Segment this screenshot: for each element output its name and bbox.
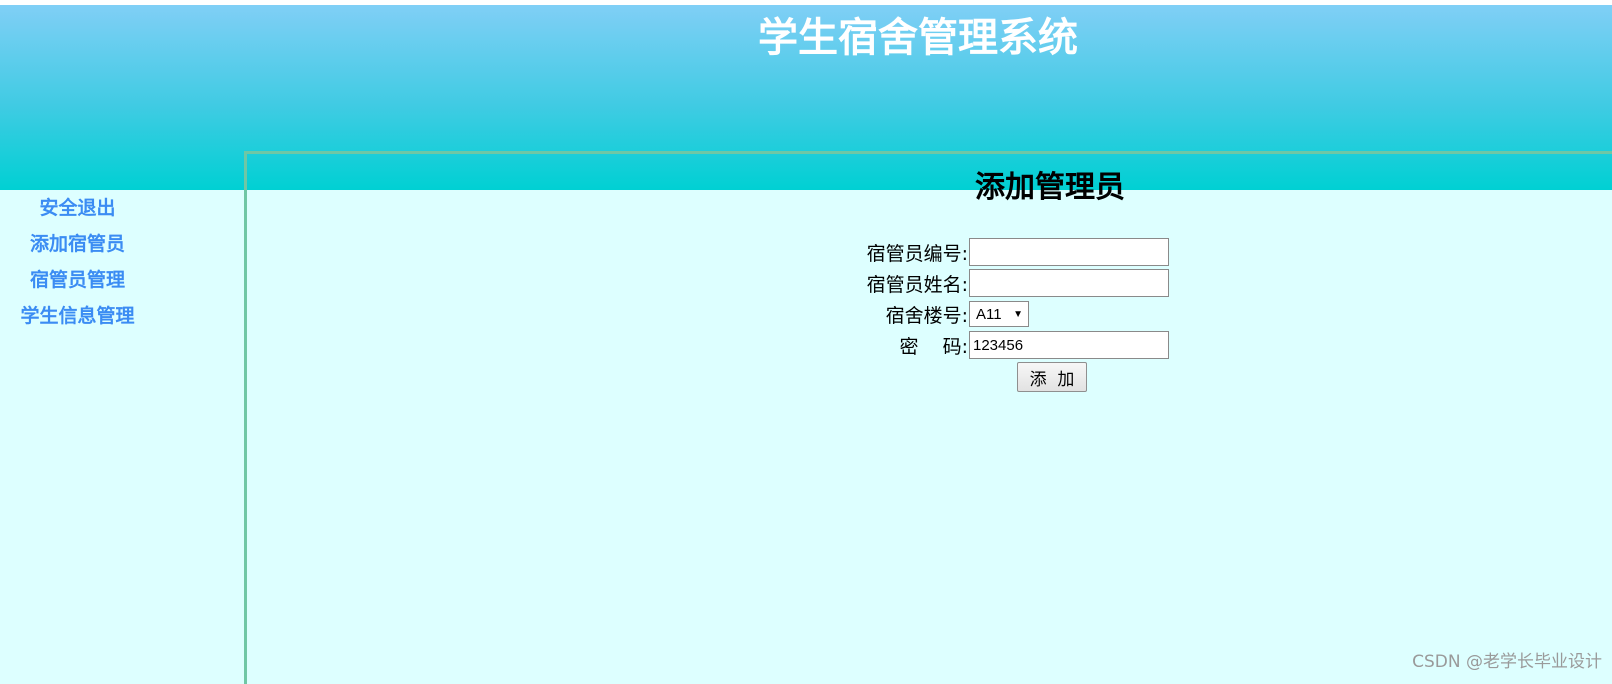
sidebar-item-add-dorm-manager[interactable]: 添加宿管员 xyxy=(0,226,155,262)
manager-id-label: 宿管员编号: xyxy=(866,242,968,265)
sidebar-nav: 安全退出 添加宿管员 宿管员管理 学生信息管理 xyxy=(0,190,244,334)
password-input[interactable] xyxy=(969,331,1169,359)
chevron-down-icon: ▼ xyxy=(1013,308,1023,320)
form-row-id: 宿管员编号: xyxy=(820,238,1169,266)
form-title: 添加管理员 xyxy=(975,170,1125,205)
main-content-frame xyxy=(244,151,1612,684)
manager-name-input[interactable] xyxy=(969,269,1169,297)
sidebar-item-student-info-management[interactable]: 学生信息管理 xyxy=(0,298,155,334)
manager-name-label: 宿管员姓名: xyxy=(866,273,968,296)
password-label: 密 码: xyxy=(899,335,968,358)
manager-id-input[interactable] xyxy=(969,238,1169,266)
app-title: 学生宿舍管理系统 xyxy=(758,15,1078,61)
building-number-value: A11 xyxy=(976,305,1002,323)
sidebar-item-dorm-manager-management[interactable]: 宿管员管理 xyxy=(0,262,155,298)
form-row-password: 密 码: xyxy=(820,331,1169,359)
add-button[interactable]: 添 加 xyxy=(1017,362,1087,392)
form-row-building: 宿舍楼号: A11 ▼ xyxy=(820,300,1029,328)
building-number-select[interactable]: A11 ▼ xyxy=(969,301,1029,327)
sidebar-item-logout[interactable]: 安全退出 xyxy=(0,190,155,226)
form-row-name: 宿管员姓名: xyxy=(820,269,1169,297)
watermark-text: CSDN @老学长毕业设计 xyxy=(1412,652,1602,672)
building-number-label: 宿舍楼号: xyxy=(885,304,968,327)
